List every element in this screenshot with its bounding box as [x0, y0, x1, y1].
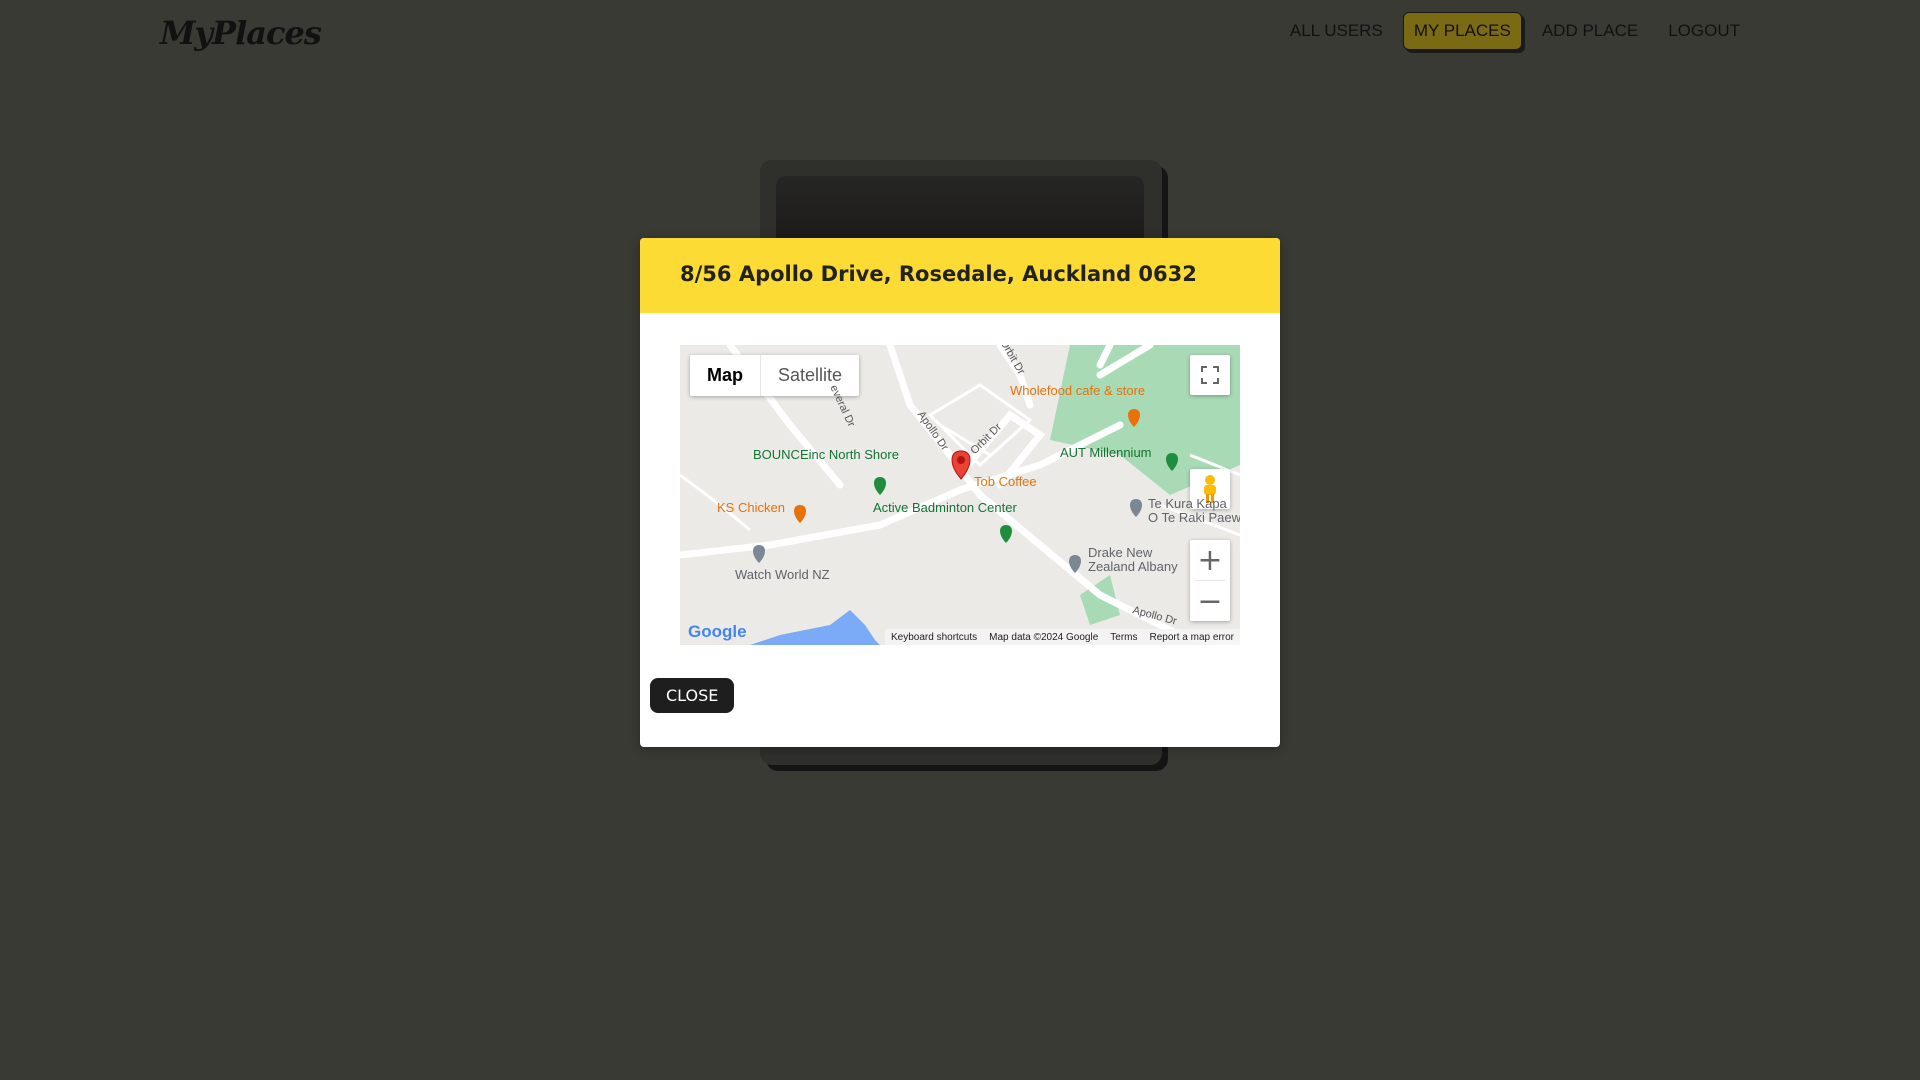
map[interactable]: Map Satellite + − Wholefood cafe & store… — [680, 345, 1240, 645]
main-nav: ALL USERS MY PLACES ADD PLACE LOGOUT — [1280, 12, 1750, 50]
zoom-out-button[interactable]: − — [1190, 581, 1230, 621]
poi-drake-line1[interactable]: Drake New — [1088, 545, 1152, 560]
nav-add-place[interactable]: ADD PLACE — [1532, 13, 1648, 49]
map-type-satellite-button[interactable]: Satellite — [761, 355, 859, 396]
poi-tekura-line1[interactable]: Te Kura Kapa — [1148, 496, 1227, 511]
zoom-control: + − — [1190, 540, 1230, 621]
close-button[interactable]: CLOSE — [650, 678, 735, 713]
poi-wholefood[interactable]: Wholefood cafe & store — [1010, 383, 1145, 398]
logo[interactable]: MyPlaces — [160, 14, 322, 52]
report-error-link[interactable]: Report a map error — [1150, 632, 1234, 643]
poi-badminton[interactable]: Active Badminton Center — [873, 500, 1017, 515]
fullscreen-button[interactable] — [1190, 355, 1230, 395]
poi-tekura-line2[interactable]: O Te Raki Paew — [1148, 510, 1240, 525]
keyboard-shortcuts-link[interactable]: Keyboard shortcuts — [891, 632, 977, 643]
zoom-in-button[interactable]: + — [1190, 540, 1230, 580]
terms-link[interactable]: Terms — [1110, 632, 1137, 643]
nav-my-places[interactable]: MY PLACES — [1402, 12, 1522, 50]
google-logo[interactable]: Google — [688, 622, 747, 642]
poi-ks-chicken[interactable]: KS Chicken — [717, 500, 785, 515]
place-image — [776, 176, 1144, 246]
map-modal: 8/56 Apollo Drive, Rosedale, Auckland 06… — [640, 238, 1280, 747]
modal-header: 8/56 Apollo Drive, Rosedale, Auckland 06… — [640, 238, 1280, 313]
modal-title: 8/56 Apollo Drive, Rosedale, Auckland 06… — [680, 262, 1197, 286]
poi-bounce[interactable]: BOUNCEinc North Shore — [753, 447, 899, 462]
fullscreen-icon — [1201, 366, 1219, 384]
nav-logout[interactable]: LOGOUT — [1658, 13, 1750, 49]
header: MyPlaces ALL USERS MY PLACES ADD PLACE L… — [0, 0, 1920, 70]
poi-drake-line2[interactable]: Zealand Albany — [1088, 559, 1178, 574]
map-data-text: Map data ©2024 Google — [989, 631, 1099, 643]
map-footer: Keyboard shortcuts Map data ©2024 Google… — [884, 629, 1240, 645]
poi-aut[interactable]: AUT Millennium — [1060, 445, 1152, 460]
map-type-map-button[interactable]: Map — [690, 355, 761, 396]
nav-all-users[interactable]: ALL USERS — [1280, 13, 1393, 49]
modal-body: Map Satellite + − Wholefood cafe & store… — [640, 313, 1280, 747]
poi-watch-world[interactable]: Watch World NZ — [735, 567, 830, 582]
poi-tob-coffee[interactable]: Tob Coffee — [974, 474, 1037, 489]
